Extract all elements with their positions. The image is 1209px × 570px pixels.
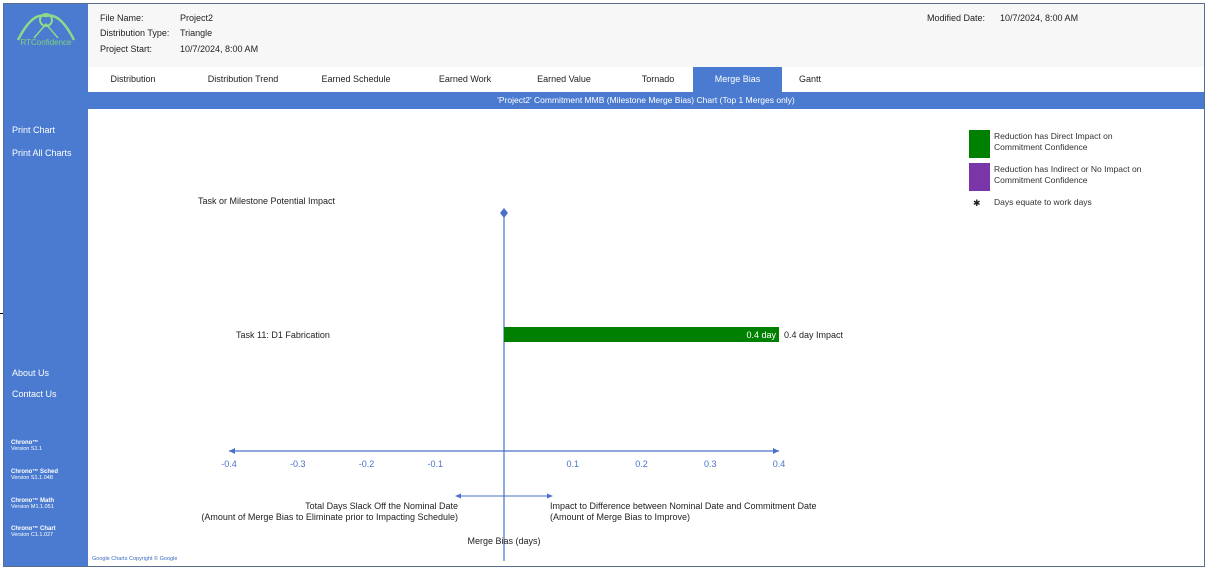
logo-text: RTConfidence xyxy=(20,38,72,47)
version-sched: Chrono™ Sched Version S1.1.048 xyxy=(11,469,58,481)
version-number: Version C1.1.027 xyxy=(11,532,54,538)
project-start-value: 10/7/2024, 8:00 AM xyxy=(180,44,259,54)
version-number: Version M1.1.051 xyxy=(11,504,54,510)
legend-line2: Commitment Confidence xyxy=(994,175,1088,185)
x-tick-label: 0.1 xyxy=(566,459,579,469)
left-caption-line1: Total Days Slack Off the Nominal Date xyxy=(305,501,458,511)
chart-title: 'Project2' Commitment MMB (Milestone Mer… xyxy=(88,92,1204,109)
about-us-link[interactable]: About Us xyxy=(12,368,49,378)
axis-arrow-right xyxy=(773,448,779,454)
modified-date-label: Modified Date: xyxy=(927,13,986,23)
legend-label-direct: Reduction has Direct Impact on Commitment… xyxy=(994,131,1174,153)
legend-line2: Commitment Confidence xyxy=(994,142,1088,152)
left-caption-arrowhead xyxy=(455,493,461,499)
x-tick-label: 0.4 xyxy=(773,459,786,469)
distribution-type-label: Distribution Type: xyxy=(100,28,170,38)
legend-line1: Reduction has Indirect or No Impact on xyxy=(994,164,1142,174)
version-chart: Chrono™ Chart Version C1.1.027 xyxy=(11,526,56,538)
file-name-value: Project2 xyxy=(180,13,214,23)
bar xyxy=(504,327,779,342)
app-window: RTConfidence Print Chart Print All Chart… xyxy=(3,3,1205,567)
legend-swatch-indirect xyxy=(969,163,990,191)
version-number: Version S1.1 xyxy=(11,446,43,452)
version-chrono: Chrono™ Version S1.1 xyxy=(11,440,42,452)
tab-bar: Distribution Distribution Trend Earned S… xyxy=(88,67,1204,92)
print-chart-link[interactable]: Print Chart xyxy=(12,125,55,135)
chart-area: Task 11: D1 Fabrication 0.4 day 0.4 day Im… xyxy=(88,109,1204,566)
x-axis-label: Merge Bias (days) xyxy=(467,536,540,546)
tab-earned-value[interactable]: Earned Value xyxy=(520,67,608,92)
left-caption-line2: (Amount of Merge Bias to Eliminate prior… xyxy=(201,512,458,522)
distribution-type-value: Triangle xyxy=(180,28,213,38)
tab-earned-work[interactable]: Earned Work xyxy=(422,67,508,92)
legend-line1: Reduction has Direct Impact on xyxy=(994,131,1113,141)
legend-label-indirect: Reduction has Indirect or No Impact on Co… xyxy=(994,164,1174,186)
tab-distribution[interactable]: Distribution xyxy=(92,67,174,92)
header: File Name: Project2 Distribution Type: T… xyxy=(88,4,1204,67)
right-caption-arrowhead xyxy=(547,493,553,499)
version-number: Version S1.1.048 xyxy=(11,475,53,481)
x-tick-label: -0.2 xyxy=(359,459,375,469)
tab-earned-schedule[interactable]: Earned Schedule xyxy=(306,67,406,92)
asterisk-icon: ✱ xyxy=(973,198,981,208)
bar-annotation: 0.4 day Impact xyxy=(784,330,844,340)
contact-us-link[interactable]: Contact Us xyxy=(12,389,57,399)
vertical-axis-marker xyxy=(500,208,508,218)
copyright: Google Charts Copyright © Google xyxy=(92,556,178,562)
tab-gantt[interactable]: Gantt xyxy=(784,67,836,92)
legend-note: Days equate to work days xyxy=(994,197,1092,207)
version-math: Chrono™ Math Version M1.1.051 xyxy=(11,498,54,510)
tab-distribution-trend[interactable]: Distribution Trend xyxy=(188,67,298,92)
sidebar: RTConfidence Print Chart Print All Chart… xyxy=(4,4,88,566)
modified-date-value: 10/7/2024, 8:00 AM xyxy=(1000,13,1079,23)
right-caption-line1: Impact to Difference between Nominal Dat… xyxy=(550,501,816,511)
category-label: Task 11: D1 Fabrication xyxy=(236,330,330,340)
legend-swatch-direct xyxy=(969,130,990,158)
print-all-charts-link[interactable]: Print All Charts xyxy=(12,148,72,158)
x-tick-label: 0.3 xyxy=(704,459,717,469)
file-name-label: File Name: xyxy=(100,13,144,23)
tab-tornado[interactable]: Tornado xyxy=(618,67,698,92)
tab-merge-bias[interactable]: Merge Bias xyxy=(693,67,782,92)
category-axis-label: Task or Milestone Potential Impact xyxy=(198,196,336,206)
x-tick-label: -0.4 xyxy=(221,459,237,469)
x-tick-label: -0.1 xyxy=(427,459,443,469)
axis-arrow-left xyxy=(229,448,235,454)
bar-data-label: 0.4 day xyxy=(746,330,776,340)
x-tick-label: 0.2 xyxy=(635,459,648,469)
right-caption-line2: (Amount of Merge Bias to Improve) xyxy=(550,512,690,522)
x-tick-label: -0.3 xyxy=(290,459,306,469)
project-start-label: Project Start: xyxy=(100,44,153,54)
